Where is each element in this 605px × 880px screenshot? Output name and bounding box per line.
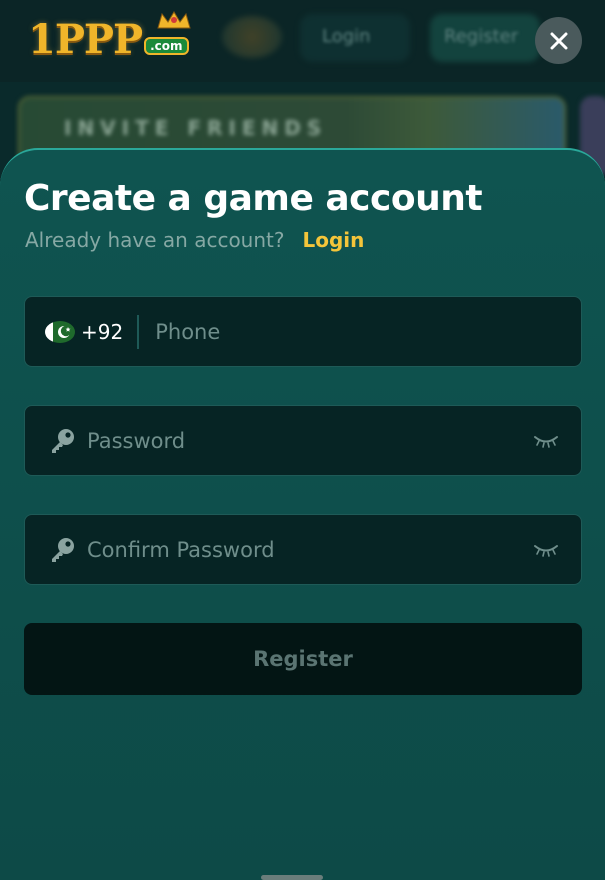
login-link[interactable]: Login <box>302 228 364 252</box>
close-icon <box>550 32 567 49</box>
logo-text: 1PPP <box>28 15 143 63</box>
crown-icon <box>157 11 191 29</box>
background-register-label: Register <box>444 26 519 47</box>
register-modal: Create a game account Already have an ac… <box>0 148 605 880</box>
password-input[interactable] <box>87 428 507 453</box>
field-divider <box>137 314 140 349</box>
register-button[interactable]: Register <box>24 623 582 695</box>
password-field <box>24 405 582 476</box>
home-indicator <box>261 875 323 880</box>
logo-suffix: .com <box>144 37 189 55</box>
background-decoration <box>222 16 282 58</box>
phone-field: +92 <box>24 296 582 367</box>
login-prompt-text: Already have an account? <box>25 228 285 252</box>
confirm-password-field <box>24 514 582 585</box>
background-banner-text: INVITE FRIENDS <box>64 116 328 140</box>
key-icon <box>52 428 74 453</box>
login-prompt: Already have an account? Login <box>25 228 364 252</box>
pakistan-flag-icon[interactable] <box>45 320 75 343</box>
key-icon <box>52 537 74 562</box>
site-logo: 1PPP .com <box>28 11 191 64</box>
modal-title: Create a game account <box>24 178 483 219</box>
confirm-password-input[interactable] <box>87 537 507 562</box>
eye-closed-icon[interactable] <box>533 434 559 448</box>
phone-input[interactable] <box>155 319 556 344</box>
country-code[interactable]: +92 <box>81 320 123 344</box>
close-button[interactable] <box>535 17 582 64</box>
eye-closed-icon[interactable] <box>533 543 559 557</box>
background-login-label: Login <box>322 26 371 47</box>
